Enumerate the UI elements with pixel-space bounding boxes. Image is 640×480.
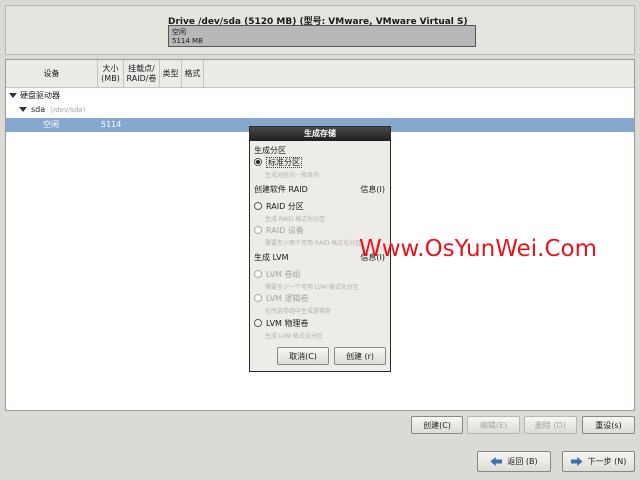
option-lvm-physical-volume[interactable]: LVM 物理卷 bbox=[266, 318, 309, 329]
column-header-size-text: 大小 (MB) bbox=[101, 64, 120, 83]
option-lvm-volume-group[interactable]: LVM 卷组 bbox=[266, 269, 301, 280]
column-header-device[interactable]: 设备 bbox=[6, 60, 98, 88]
standard-partition-desc: 生成分区的一般目的 bbox=[265, 172, 320, 179]
drive-panel: Drive /dev/sda (5120 MB) (型号: VMware, VM… bbox=[5, 5, 635, 55]
column-header-format[interactable]: 格式 bbox=[182, 60, 204, 88]
lvm-volume-group-desc: 需要至少一个可用 LVM 格式化分区 bbox=[265, 284, 359, 291]
edit-button[interactable]: 编辑(E) bbox=[467, 416, 520, 434]
dialog-cancel-button[interactable]: 取消(C) bbox=[277, 347, 329, 365]
arrow-left-icon bbox=[490, 457, 503, 466]
column-header-type[interactable]: 类型 bbox=[160, 60, 182, 88]
delete-button[interactable]: 删除 (D) bbox=[524, 416, 577, 434]
dialog-create-button[interactable]: 创建 (r) bbox=[334, 347, 386, 365]
expand-triangle-icon[interactable] bbox=[9, 93, 17, 98]
column-header-mount-text: 挂载点/ RAID/卷 bbox=[126, 64, 157, 83]
column-header-mount[interactable]: 挂载点/ RAID/卷 bbox=[124, 60, 160, 88]
radio-raid-partition[interactable] bbox=[254, 202, 262, 210]
drive-free-space-bar[interactable]: 空闲 5114 MB bbox=[168, 25, 476, 47]
section-create-partition: 生成分区 bbox=[254, 146, 286, 155]
back-button-label: 返回 (B) bbox=[507, 457, 538, 466]
table-header: 设备 大小 (MB) 挂载点/ RAID/卷 类型 格式 bbox=[6, 60, 634, 88]
expand-triangle-icon[interactable] bbox=[19, 107, 27, 112]
next-button-label: 下一步 (N) bbox=[587, 457, 627, 466]
drive-bar-label: 空闲 bbox=[172, 28, 186, 36]
radio-lvm-physical-volume[interactable] bbox=[254, 319, 262, 327]
dialog-title: 生成存储 bbox=[250, 127, 390, 141]
standard-partition-label: 标准分区 bbox=[266, 157, 302, 168]
column-header-size[interactable]: 大小 (MB) bbox=[98, 60, 124, 88]
lvm-physical-volume-desc: 生成 LVM 格式化分区 bbox=[265, 333, 323, 340]
table-row-sda[interactable]: sda (/dev/sda) bbox=[6, 103, 634, 117]
drive-bar-size: 5114 MB bbox=[172, 37, 203, 45]
next-button[interactable]: 下一步 (N) bbox=[562, 451, 635, 472]
table-row-hard-drives[interactable]: 硬盘驱动器 bbox=[6, 89, 634, 103]
option-raid-device[interactable]: RAID 设备 bbox=[266, 225, 304, 236]
tree-label-free: 空闲 bbox=[43, 120, 59, 129]
option-standard-partition[interactable]: 标准分区 bbox=[266, 157, 302, 168]
reset-button[interactable]: 重设(s) bbox=[582, 416, 635, 434]
free-size-value: 5114 bbox=[101, 120, 122, 129]
tree-label-hard-drives: 硬盘驱动器 bbox=[20, 91, 60, 100]
create-button[interactable]: 创建(C) bbox=[411, 416, 463, 434]
option-raid-partition[interactable]: RAID 分区 bbox=[266, 201, 304, 212]
tree-label-sda: sda bbox=[31, 105, 46, 114]
raid-partition-desc: 生成 RAID 格式化分区 bbox=[265, 216, 326, 223]
radio-raid-device[interactable] bbox=[254, 226, 262, 234]
arrow-right-icon bbox=[570, 457, 583, 466]
back-button[interactable]: 返回 (B) bbox=[477, 451, 551, 472]
section-software-raid: 创建软件 RAID bbox=[254, 185, 308, 194]
radio-lvm-logical-volume[interactable] bbox=[254, 294, 262, 302]
radio-standard-partition[interactable] bbox=[254, 158, 262, 166]
tree-label-sda-path: (/dev/sda) bbox=[50, 106, 86, 114]
section-lvm: 生成 LVM bbox=[254, 253, 289, 262]
watermark-text: Www.OsYunWei.Com bbox=[359, 236, 597, 262]
option-lvm-logical-volume[interactable]: LVM 逻辑卷 bbox=[266, 293, 309, 304]
radio-lvm-volume-group[interactable] bbox=[254, 270, 262, 278]
raid-info-link[interactable]: 信息(I) bbox=[360, 184, 385, 195]
lvm-logical-volume-desc: 在所选卷组中生成逻辑卷 bbox=[265, 308, 332, 315]
raid-device-desc: 需要至少两个可用 RAID 格式化分区 bbox=[265, 240, 362, 247]
